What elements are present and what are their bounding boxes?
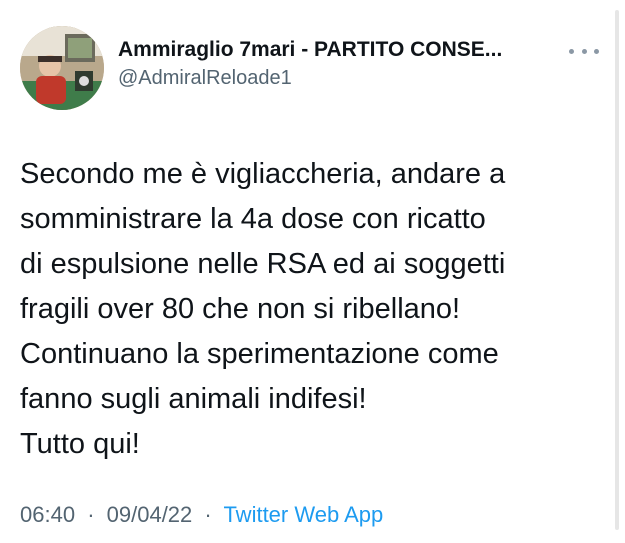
tweet-source-link[interactable]: Twitter Web App	[223, 502, 383, 527]
tweet-date[interactable]: 09/04/22	[107, 502, 193, 527]
dot	[581, 48, 587, 54]
dot	[594, 48, 599, 54]
author-display-name[interactable]: Ammiraglio 7mari - PARTITO CONSE...	[118, 37, 502, 63]
tweet-header: Ammiraglio 7mari - PARTITO CONSE... @Adm…	[20, 24, 625, 112]
more-horizontal-icon[interactable]	[569, 44, 599, 58]
tweet-text: Secondo me è vigliaccheria, andare a som…	[20, 158, 506, 460]
avatar[interactable]	[20, 26, 104, 110]
author-handle[interactable]: @AdmiralReloade1	[118, 65, 502, 91]
avatar-image	[20, 26, 104, 110]
tweet-time[interactable]: 06:40	[20, 502, 75, 527]
author-names: Ammiraglio 7mari - PARTITO CONSE... @Adm…	[118, 37, 502, 91]
separator: ·	[87, 502, 95, 527]
scrollbar[interactable]	[615, 10, 619, 530]
separator: ·	[204, 502, 212, 527]
dot	[569, 48, 574, 54]
tweet-metadata: 06:40 · 09/04/22 · Twitter Web App	[20, 500, 383, 530]
tweet-card: Ammiraglio 7mari - PARTITO CONSE... @Adm…	[0, 0, 625, 543]
